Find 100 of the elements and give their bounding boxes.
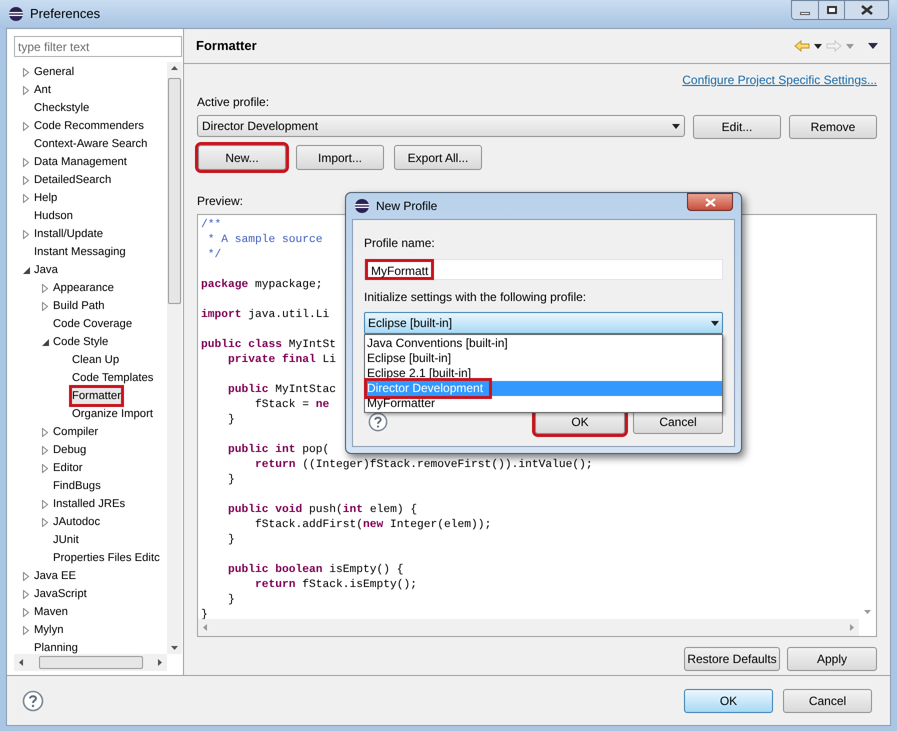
expanded-arrow-icon[interactable] — [23, 266, 30, 274]
collapsed-arrow-icon[interactable] — [42, 500, 48, 508]
tree-item[interactable]: Properties Files Editc — [53, 550, 160, 566]
tree-item[interactable]: Checkstyle — [34, 100, 90, 116]
push-button[interactable]: Cancel — [783, 688, 872, 712]
collapsed-arrow-icon[interactable] — [42, 464, 48, 472]
tree-item[interactable]: Data Management — [34, 154, 127, 170]
collapsed-arrow-icon[interactable] — [42, 446, 48, 454]
collapsed-arrow-icon[interactable] — [23, 86, 29, 94]
code-line: public int pop( — [227, 443, 330, 458]
push-button[interactable]: Remove — [789, 115, 877, 139]
scroll-right-icon[interactable] — [158, 659, 162, 666]
code-line: public class MyIntSt — [201, 338, 336, 353]
close-icon — [860, 5, 872, 15]
code-line: public boolean isEmpty() { — [227, 563, 404, 578]
collapsed-arrow-icon[interactable] — [23, 590, 29, 598]
tree-item[interactable]: Java — [34, 262, 58, 278]
dropdown-option[interactable]: MyFormatter — [365, 396, 722, 411]
tree-item[interactable]: JavaScript — [34, 586, 87, 602]
code-line: fStack.addFirst(new Integer(elem)); — [254, 518, 492, 533]
tree-item[interactable]: Install/Update — [34, 226, 104, 242]
tree-item[interactable]: Clean Up — [72, 352, 120, 368]
configure-link[interactable]: Configure Project Specific Settings... — [682, 71, 877, 89]
tree-item[interactable]: Help — [34, 190, 58, 206]
tree-item[interactable]: Instant Messaging — [34, 244, 126, 260]
vertical-scrollbar[interactable] — [167, 62, 182, 654]
maximize-button[interactable] — [818, 1, 844, 19]
tree-item[interactable]: General — [34, 64, 74, 80]
back-arrow-icon[interactable] — [794, 40, 810, 52]
profile-dropdown[interactable]: Eclipse [built-in] — [364, 312, 723, 334]
collapsed-arrow-icon[interactable] — [42, 428, 48, 436]
tree-item[interactable]: Compiler — [53, 424, 98, 440]
tree-item[interactable]: Mylyn — [34, 622, 64, 638]
tree-item[interactable]: Hudson — [34, 208, 73, 224]
filter-field[interactable]: type filter text — [14, 36, 182, 57]
code-line: fStack = ne — [254, 398, 330, 413]
push-button[interactable]: Import... — [296, 145, 384, 170]
push-button[interactable]: Apply — [787, 647, 877, 671]
ok-button[interactable]: OK — [684, 688, 773, 712]
close-button[interactable] — [687, 193, 733, 211]
collapsed-arrow-icon[interactable] — [23, 572, 29, 580]
tree-item[interactable]: Editor — [53, 460, 83, 476]
tree-item[interactable]: Debug — [53, 442, 86, 458]
code-line: return fStack.isEmpty(); — [254, 578, 418, 593]
tree-item[interactable]: JUnit — [53, 532, 79, 548]
scroll-thumb[interactable] — [168, 78, 181, 304]
tree-item[interactable]: Installed JREs — [53, 496, 126, 512]
dropdown-option[interactable]: Eclipse 2.1 [built-in] — [365, 366, 722, 381]
expanded-arrow-icon[interactable] — [42, 338, 49, 346]
code-line: private final Li — [227, 353, 336, 368]
collapsed-arrow-icon[interactable] — [23, 608, 29, 616]
code-line: return ((Integer)fStack.removeFirst()).intValue(); — [254, 458, 593, 473]
profile-dropdown[interactable]: Director Development — [197, 115, 685, 137]
tree-item[interactable]: Java EE — [34, 568, 76, 584]
tree-item[interactable]: Maven — [34, 604, 68, 620]
collapsed-arrow-icon[interactable] — [23, 68, 29, 76]
push-button[interactable]: Export All... — [394, 145, 482, 170]
page-title: Formatter — [196, 37, 257, 56]
collapsed-arrow-icon[interactable] — [42, 518, 48, 526]
help-icon[interactable] — [368, 412, 388, 432]
minimize-button[interactable] — [792, 1, 818, 19]
collapsed-arrow-icon[interactable] — [42, 302, 48, 310]
push-button[interactable]: Edit... — [693, 115, 781, 139]
scroll-down-icon[interactable] — [864, 610, 871, 614]
profile-name-field[interactable]: MyFormatt — [365, 259, 434, 280]
dropdown-option[interactable]: Java Conventions [built-in] — [365, 336, 722, 351]
tree-item[interactable]: Code Style — [53, 334, 108, 350]
collapsed-arrow-icon[interactable] — [23, 230, 29, 238]
view-menu-icon[interactable] — [868, 43, 878, 49]
collapsed-arrow-icon[interactable] — [23, 176, 29, 184]
tree-item[interactable]: Code Templates — [72, 370, 154, 386]
horizontal-scrollbar[interactable] — [14, 654, 167, 671]
tree-item[interactable]: Code Coverage — [53, 316, 132, 332]
scroll-up-icon[interactable] — [171, 66, 178, 70]
collapsed-arrow-icon[interactable] — [23, 122, 29, 130]
push-button[interactable]: New... — [198, 145, 286, 170]
tree-item[interactable]: JAutodoc — [53, 514, 100, 530]
dropdown-option[interactable]: Eclipse [built-in] — [365, 351, 722, 366]
tree-item[interactable]: Planning — [34, 640, 78, 654]
scroll-left-icon[interactable] — [19, 659, 23, 666]
scroll-thumb[interactable] — [38, 656, 142, 669]
close-icon — [704, 198, 716, 206]
collapsed-arrow-icon[interactable] — [23, 626, 29, 634]
tree-item[interactable]: Organize Import — [72, 406, 153, 422]
tree-item[interactable]: Appearance — [53, 280, 114, 296]
collapsed-arrow-icon[interactable] — [23, 194, 29, 202]
code-line: } — [227, 593, 235, 608]
tree-item[interactable]: Formatter — [72, 388, 121, 404]
collapsed-arrow-icon[interactable] — [23, 158, 29, 166]
tree-item[interactable]: Ant — [34, 82, 51, 98]
help-icon[interactable] — [22, 690, 44, 712]
tree-item[interactable]: Context-Aware Search — [34, 136, 148, 152]
close-button[interactable] — [844, 1, 888, 19]
tree-item[interactable]: Code Recommenders — [34, 118, 144, 134]
tree-item[interactable]: Build Path — [53, 298, 104, 314]
scroll-down-icon[interactable] — [171, 646, 178, 650]
push-button[interactable]: Restore Defaults — [684, 647, 780, 671]
tree-item[interactable]: FindBugs — [53, 478, 101, 494]
collapsed-arrow-icon[interactable] — [42, 284, 48, 292]
tree-item[interactable]: DetailedSearch — [34, 172, 112, 188]
